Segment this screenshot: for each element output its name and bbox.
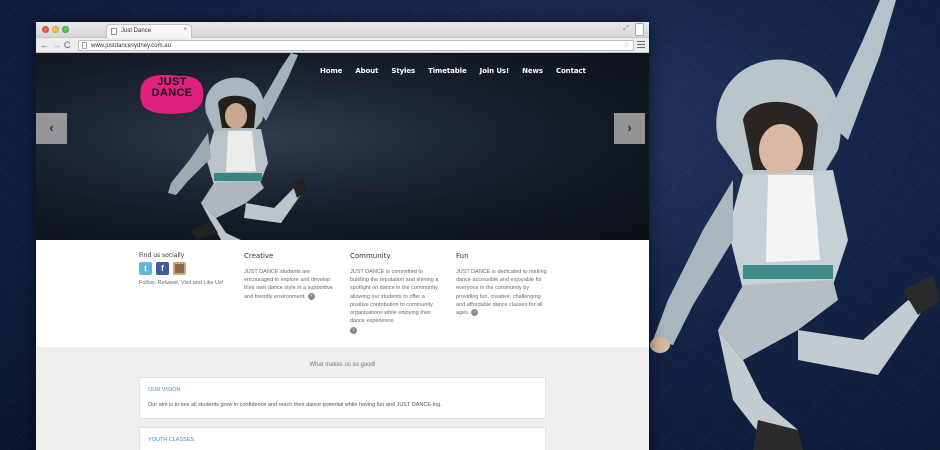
- feature-community-text: JUST DANCE is committed to building the …: [350, 269, 439, 325]
- zoom-window-button[interactable]: [62, 26, 69, 33]
- window-controls: [42, 26, 69, 33]
- address-bar[interactable]: www.justdancesydney.com.au ☆: [78, 40, 634, 51]
- twitter-icon[interactable]: t: [139, 262, 152, 275]
- browser-menu-icon[interactable]: [637, 41, 645, 49]
- facebook-icon[interactable]: f: [156, 262, 169, 275]
- community-more-icon[interactable]: ›: [350, 327, 357, 335]
- tab-title: Just Dance: [121, 28, 152, 34]
- back-button[interactable]: ←: [40, 39, 49, 52]
- features-section: Find us socially t f Follow, Retweet, Vi…: [36, 240, 649, 347]
- nav-join-us[interactable]: Join Us!: [480, 67, 510, 75]
- reload-button[interactable]: C: [64, 39, 71, 52]
- vision-title[interactable]: OUR VISION: [140, 378, 545, 393]
- feature-fun-title: Fun: [456, 252, 469, 260]
- browser-toolbar: ← → C www.justdancesydney.com.au ☆: [36, 38, 649, 53]
- bookmark-star-icon[interactable]: ☆: [623, 41, 630, 49]
- social-icons: t f: [139, 262, 232, 275]
- logo-line-2: DANCE: [151, 87, 193, 99]
- dancer-image: [650, 0, 940, 450]
- page-icon: [82, 42, 87, 49]
- social-text: Follow, Retweet, Visit and Like Us!: [139, 280, 224, 286]
- section-heading: What makes us so good!: [309, 362, 376, 368]
- nav-timetable[interactable]: Timetable: [428, 67, 467, 75]
- feature-creative-title: Creative: [244, 252, 274, 260]
- close-tab-icon[interactable]: ×: [183, 27, 187, 33]
- social-heading: Find us socially: [139, 252, 185, 259]
- fun-more-icon[interactable]: ›: [471, 309, 479, 317]
- social-column: Find us socially t f Follow, Retweet, Vi…: [139, 252, 232, 287]
- main-navigation: Home About Styles Timetable Join Us! New…: [320, 67, 599, 75]
- feature-fun-text: JUST DANCE is dedicated to making dance …: [456, 269, 547, 317]
- page-favicon-icon: [111, 28, 117, 35]
- instagram-icon[interactable]: [173, 262, 186, 275]
- feature-creative: Creative JUST DANCE students are encoura…: [244, 252, 337, 301]
- hero-slider: JUST DANCE Home About Styles Timetable J…: [36, 53, 649, 240]
- nav-about[interactable]: About: [355, 67, 378, 75]
- slider-prev-button[interactable]: ‹: [36, 113, 67, 144]
- vision-text: Our aim is to see all students grow in c…: [148, 402, 442, 408]
- website-viewport: JUST DANCE Home About Styles Timetable J…: [36, 53, 649, 450]
- nav-news[interactable]: News: [522, 67, 543, 75]
- close-window-button[interactable]: [42, 26, 49, 33]
- about-section: What makes us so good! OUR VISION Our ai…: [36, 347, 649, 450]
- minimize-window-button[interactable]: [52, 26, 59, 33]
- youth-classes-title[interactable]: YOUTH CLASSES: [140, 428, 545, 443]
- nav-styles[interactable]: Styles: [391, 67, 415, 75]
- profile-icon[interactable]: [635, 23, 644, 36]
- feature-community: Community JUST DANCE is committed to bui…: [350, 252, 443, 335]
- feature-community-title: Community: [350, 252, 391, 260]
- browser-titlebar: Just Dance × ⤢: [36, 22, 649, 38]
- browser-window: Just Dance × ⤢ ← → C www.justdancesydney…: [36, 22, 649, 450]
- url-text: www.justdancesydney.com.au: [91, 43, 171, 49]
- slider-next-button[interactable]: ›: [614, 113, 645, 144]
- logo-text: JUST DANCE: [139, 77, 205, 99]
- browser-tab[interactable]: Just Dance ×: [106, 24, 192, 38]
- feature-creative-text: JUST DANCE students are encouraged to ex…: [244, 269, 333, 300]
- nav-home[interactable]: Home: [320, 67, 342, 75]
- feature-fun: Fun JUST DANCE is dedicated to making da…: [456, 252, 549, 317]
- vision-card: OUR VISION Our aim is to see all student…: [139, 377, 546, 419]
- youth-classes-card: YOUTH CLASSES: [139, 427, 546, 450]
- creative-more-icon[interactable]: ›: [307, 292, 315, 300]
- forward-button[interactable]: →: [52, 39, 61, 52]
- nav-contact[interactable]: Contact: [556, 67, 586, 75]
- fullscreen-icon[interactable]: ⤢: [623, 25, 629, 33]
